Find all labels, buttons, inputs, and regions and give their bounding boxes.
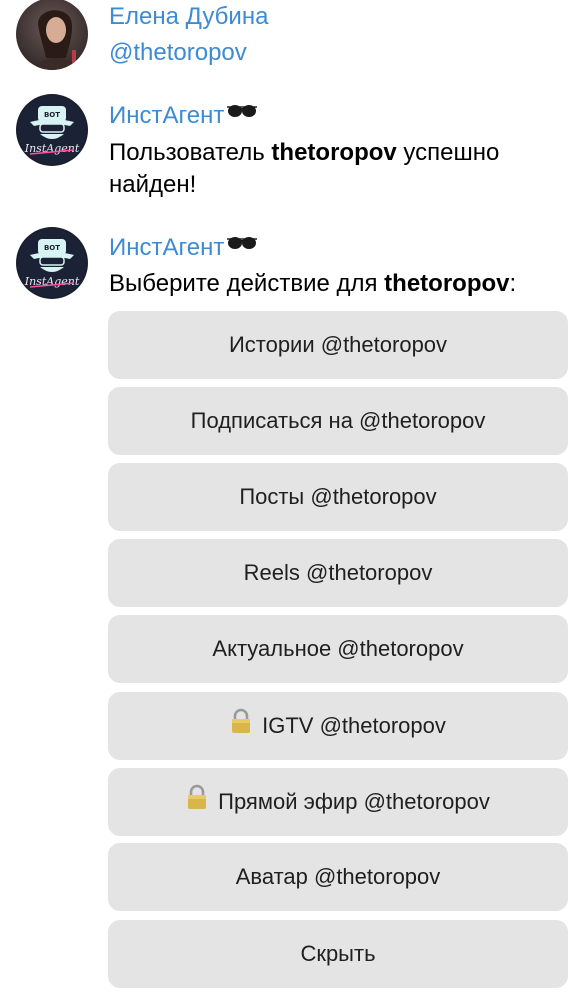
- button-label: IGTV @thetoropov: [262, 713, 446, 738]
- button-label: Скрыть: [300, 941, 376, 966]
- bot-avatar[interactable]: BOT InstAgent: [16, 94, 88, 166]
- button-label: Актуальное @thetoropov: [212, 636, 464, 661]
- sender-name-text: ИнстАгент: [109, 234, 225, 261]
- sunglasses-icon: [226, 97, 258, 125]
- text-username: thetoropov: [384, 270, 510, 297]
- text-username: thetoropov: [271, 139, 397, 166]
- text-prefix: Пользователь: [109, 139, 272, 166]
- sender-name[interactable]: ИнстАгент: [109, 234, 258, 263]
- bot-avatar-icon: BOT InstAgent: [16, 227, 88, 299]
- subscribe-button[interactable]: Подписаться на @thetoropov: [108, 387, 568, 455]
- message-bot-found: BOT InstAgent ИнстАгент Пользователь the…: [0, 92, 588, 202]
- posts-button[interactable]: Посты @thetoropov: [108, 463, 568, 531]
- text-suffix: успешно: [396, 139, 500, 166]
- bot-avatar-bottom-text: InstAgent: [24, 275, 80, 288]
- text-suffix: :: [509, 270, 517, 297]
- user-photo-avatar: [16, 0, 88, 70]
- button-label: Прямой эфир @thetoropov: [218, 789, 490, 814]
- message-text: Выберите действие для thetoropov:: [109, 268, 516, 300]
- avatar-button[interactable]: Аватар @thetoropov: [108, 843, 568, 911]
- message-text-line1: Пользователь thetoropov успешно: [109, 137, 499, 169]
- hide-button[interactable]: Скрыть: [108, 920, 568, 988]
- reels-button[interactable]: Reels @thetoropov: [108, 539, 568, 607]
- igtv-button[interactable]: IGTV @thetoropov: [108, 692, 568, 760]
- message-text-line2: найден!: [109, 171, 197, 198]
- button-label: Истории @thetoropov: [228, 332, 448, 357]
- bot-avatar[interactable]: BOT InstAgent: [16, 227, 88, 299]
- user-avatar[interactable]: [16, 0, 88, 70]
- button-label: Аватар @thetoropov: [235, 864, 441, 889]
- lock-icon: [230, 708, 252, 740]
- message-user: Елена Дубина @thetoropov: [0, 0, 588, 80]
- user-handle-link[interactable]: @thetoropov: [109, 39, 247, 67]
- stories-button[interactable]: Истории @thetoropov: [108, 311, 568, 379]
- lock-icon: [186, 784, 208, 816]
- text-prefix: Выберите действие для: [109, 270, 385, 297]
- highlights-button[interactable]: Актуальное @thetoropov: [108, 615, 568, 683]
- bot-avatar-top-text: BOT: [44, 244, 60, 252]
- bot-avatar-icon: BOT InstAgent: [16, 94, 88, 166]
- sunglasses-icon: [226, 229, 258, 257]
- bot-avatar-top-text: BOT: [44, 111, 60, 119]
- live-button[interactable]: Прямой эфир @thetoropov: [108, 768, 568, 836]
- button-label: Reels @thetoropov: [243, 560, 433, 585]
- sender-name[interactable]: ИнстАгент: [109, 102, 258, 131]
- sender-name[interactable]: Елена Дубина: [109, 3, 268, 31]
- button-label: Подписаться на @thetoropov: [190, 408, 486, 433]
- message-bot-choose: BOT InstAgent ИнстАгент Выберите действи…: [0, 212, 588, 302]
- bot-avatar-bottom-text: InstAgent: [24, 142, 80, 155]
- sender-name-text: ИнстАгент: [109, 102, 225, 129]
- button-label: Посты @thetoropov: [239, 484, 437, 509]
